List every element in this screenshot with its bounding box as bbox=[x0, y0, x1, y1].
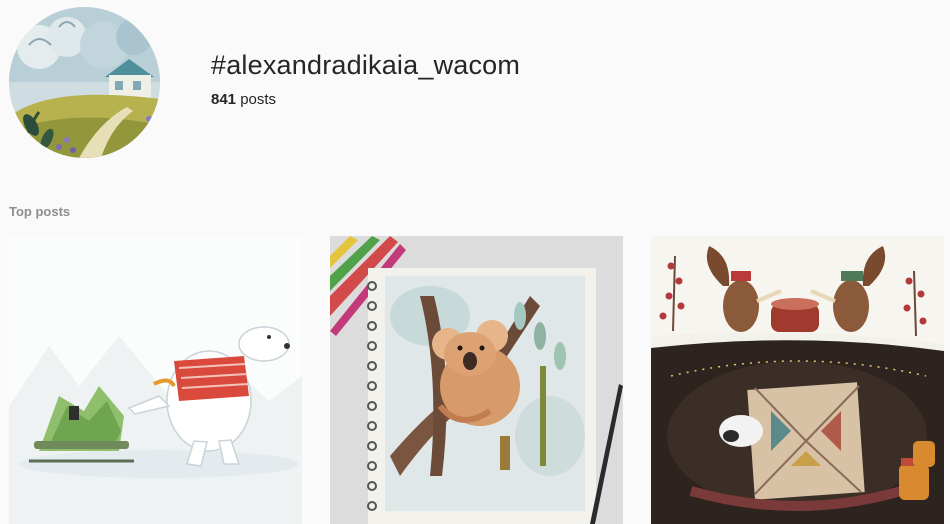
hashtag-page: #alexandradikaia_wacom 841 posts Top pos… bbox=[0, 0, 950, 524]
hashtag-avatar bbox=[9, 7, 160, 158]
avatar-illustration bbox=[9, 7, 160, 158]
hashtag-header: #alexandradikaia_wacom 841 posts bbox=[0, 0, 950, 165]
koala-illustration bbox=[330, 236, 623, 524]
post-count-label: posts bbox=[240, 91, 277, 108]
post-tile-koala[interactable] bbox=[330, 236, 623, 524]
squirrels-illustration bbox=[651, 236, 944, 524]
hashtag-title: #alexandradikaia_wacom bbox=[211, 50, 521, 80]
post-count-number: 841 bbox=[211, 91, 237, 108]
top-posts-grid bbox=[9, 236, 944, 524]
top-posts-heading: Top posts bbox=[9, 204, 71, 219]
post-count: 841 posts bbox=[211, 91, 276, 108]
post-tile-squirrels[interactable] bbox=[651, 236, 944, 524]
polar-bear-illustration bbox=[9, 236, 302, 524]
post-tile-polar-bear[interactable] bbox=[9, 236, 302, 524]
